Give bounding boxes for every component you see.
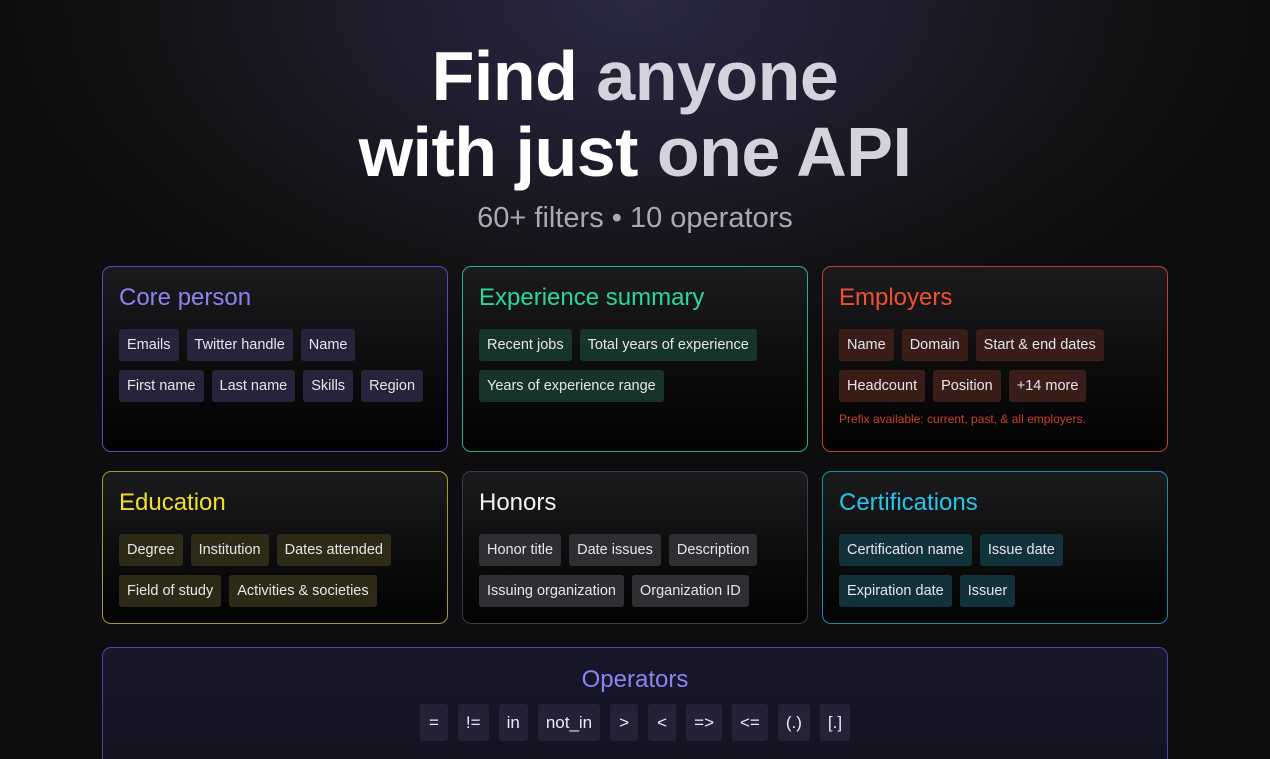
filter-tag[interactable]: Years of experience range [479, 370, 664, 402]
card-title: Certifications [839, 489, 978, 516]
hero-subtitle: 60+ filters • 10 operators [477, 202, 793, 234]
filter-tag[interactable]: Twitter handle [186, 329, 293, 361]
operator-list: = != in not_in > < => <= (.) [.] [103, 704, 1167, 741]
operators-title: Operators [581, 666, 689, 693]
filter-tag[interactable]: Activities & societies [229, 575, 377, 607]
hero-heading: Find anyone with just one API [0, 38, 1270, 190]
card-experience-summary: Experience summary Recent jobs Total yea… [462, 266, 808, 452]
hero-line2-b: one API [656, 113, 912, 191]
operator-chip[interactable]: in [498, 704, 528, 741]
operator-chip[interactable]: < [648, 704, 677, 741]
filter-tag[interactable]: Emails [119, 329, 179, 361]
card-title: Experience summary [479, 284, 705, 311]
card-education: Education Degree Institution Dates atten… [102, 471, 448, 624]
filter-tag[interactable]: Name [300, 329, 356, 361]
filter-tag[interactable]: Description [668, 534, 758, 566]
tag-list: Name Domain Start & end dates Headcount … [839, 329, 1151, 402]
card-core-person: Core person Emails Twitter handle Name F… [102, 266, 448, 452]
operators-panel: Operators = != in not_in > < => <= (.) [… [102, 647, 1168, 759]
filter-tag[interactable]: Degree [119, 534, 183, 566]
card-title: Honors [479, 489, 557, 516]
hero-line2-a: with just [358, 113, 657, 191]
filter-tag[interactable]: Total years of experience [579, 329, 757, 361]
filter-tag[interactable]: Recent jobs [479, 329, 572, 361]
filter-tag[interactable]: Skills [303, 370, 354, 402]
filter-tag[interactable]: Domain [901, 329, 968, 361]
filter-tag[interactable]: Name [839, 329, 894, 361]
hero: Find anyone with just one API 60+ filter… [0, 38, 1270, 235]
filter-tag[interactable]: Expiration date [839, 575, 952, 607]
card-honors: Honors Honor title Date issues Descripti… [462, 471, 808, 624]
filter-tag[interactable]: Region [361, 370, 424, 402]
tag-list: Recent jobs Total years of experience Ye… [479, 329, 791, 402]
filter-tag[interactable]: Issuing organization [479, 575, 624, 607]
filter-tag[interactable]: Start & end dates [975, 329, 1104, 361]
more-filters-tag[interactable]: +14 more [1008, 370, 1087, 402]
tag-list: Emails Twitter handle Name First name La… [119, 329, 431, 402]
filter-tag[interactable]: Certification name [839, 534, 972, 566]
card-certifications: Certifications Certification name Issue … [822, 471, 1168, 624]
filter-tag[interactable]: Honor title [479, 534, 562, 566]
hero-line1-b: anyone [596, 37, 839, 115]
operator-chip[interactable]: > [610, 704, 639, 741]
filter-tag[interactable]: Dates attended [276, 534, 391, 566]
operator-chip[interactable]: => [686, 704, 722, 741]
filter-tag[interactable]: Organization ID [631, 575, 749, 607]
tag-list: Honor title Date issues Description Issu… [479, 534, 791, 607]
prefix-note: Prefix available: current, past, & all e… [839, 412, 1086, 426]
card-title: Education [119, 489, 226, 516]
tag-list: Certification name Issue date Expiration… [839, 534, 1151, 607]
operator-chip[interactable]: (.) [777, 704, 810, 741]
tag-list: Degree Institution Dates attended Field … [119, 534, 431, 607]
card-employers: Employers Name Domain Start & end dates … [822, 266, 1168, 452]
card-title: Core person [119, 284, 252, 311]
filter-tag[interactable]: Headcount [839, 370, 926, 402]
operator-chip[interactable]: <= [732, 704, 768, 741]
filter-tag[interactable]: Institution [190, 534, 269, 566]
operator-chip[interactable]: [.] [819, 704, 851, 741]
filter-tag[interactable]: First name [119, 370, 204, 402]
operator-chip[interactable]: != [457, 704, 489, 741]
hero-line1-a: Find [431, 37, 597, 115]
filter-tag[interactable]: Field of study [119, 575, 222, 607]
card-title: Employers [839, 284, 953, 311]
operator-chip[interactable]: = [419, 704, 448, 741]
filter-tag[interactable]: Issue date [979, 534, 1063, 566]
operator-chip[interactable]: not_in [537, 704, 601, 741]
filter-tag[interactable]: Date issues [569, 534, 661, 566]
filter-tag[interactable]: Issuer [959, 575, 1016, 607]
filter-tag[interactable]: Last name [211, 370, 296, 402]
filter-tag[interactable]: Position [933, 370, 1001, 402]
